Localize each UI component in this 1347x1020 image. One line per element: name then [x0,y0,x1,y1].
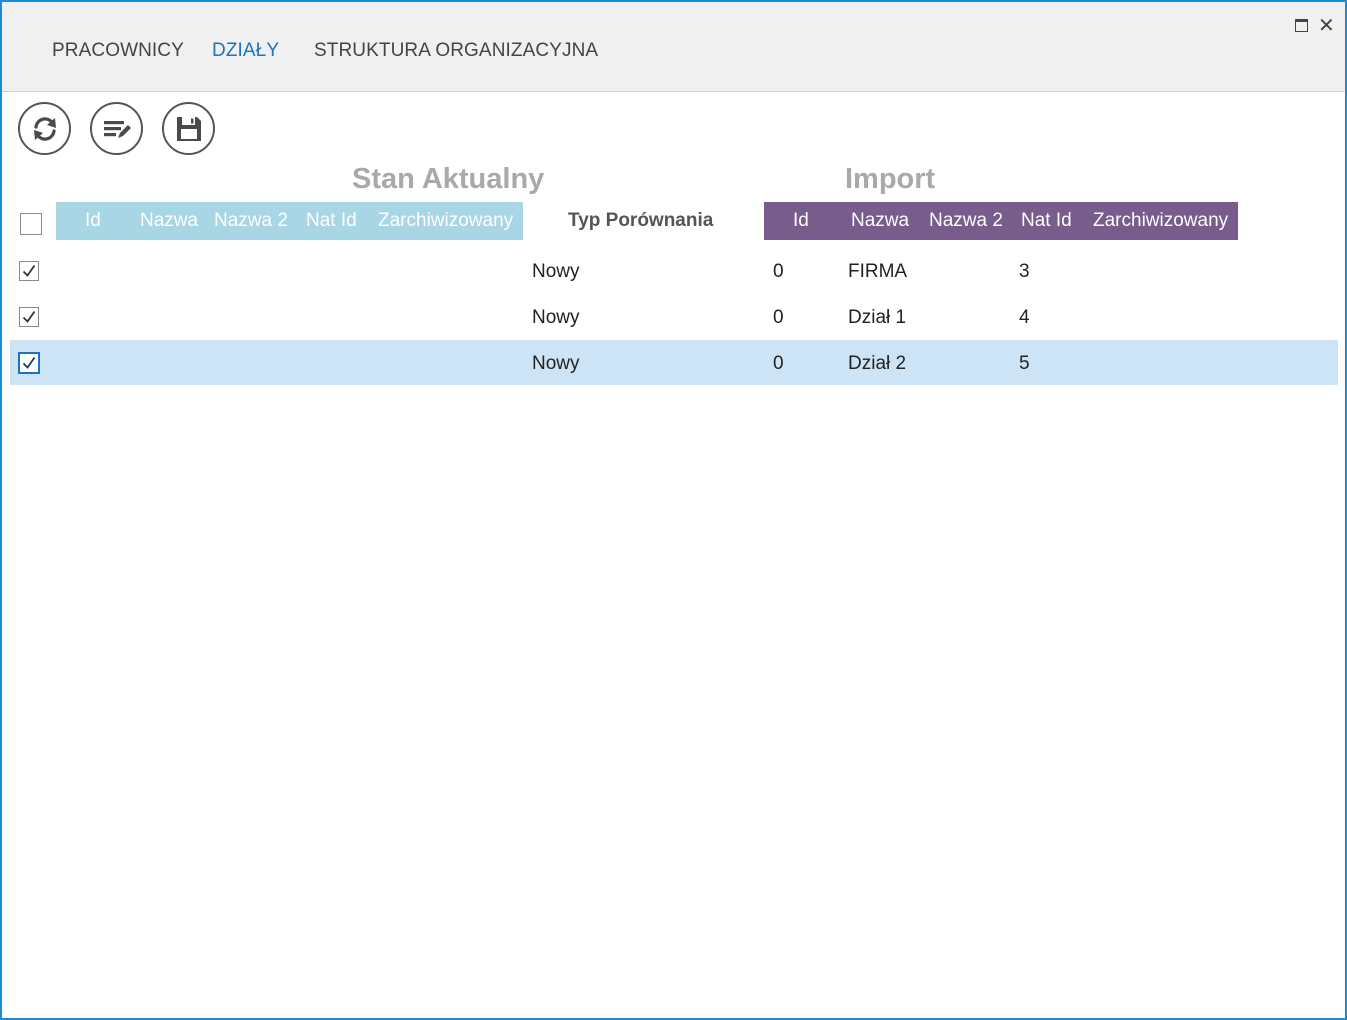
import-id-cell: 0 [773,261,784,282]
save-button[interactable] [162,102,215,155]
import-col-nazwa2[interactable]: Nazwa 2 [929,210,1003,232]
row-checkbox[interactable] [19,261,39,281]
current-state-title: Stan Aktualny [352,163,545,195]
import-nat-id-cell: 3 [1019,261,1030,282]
tab-dzialy[interactable]: DZIAŁY [212,40,279,62]
import-nat-id-cell: 4 [1019,307,1030,328]
import-title: Import [845,163,936,195]
save-icon [176,116,201,141]
import-nat-id-cell: 5 [1019,353,1030,374]
tab-struktura-organizacyjna[interactable]: STRUKTURA ORGANIZACYJNA [314,40,598,62]
row-checkbox[interactable] [18,352,40,374]
edit-button[interactable] [90,102,143,155]
checkmark-icon [22,264,36,277]
import-col-zarchiwizowany[interactable]: Zarchiwizowany [1093,210,1228,232]
import-nazwa-cell: Dział 2 [848,353,907,374]
close-icon: ✕ [1318,15,1335,37]
checkmark-icon [22,356,36,369]
import-id-cell: 0 [773,307,784,328]
checkmark-icon [22,310,36,323]
close-button[interactable]: ✕ [1318,15,1335,37]
maximize-icon [1295,19,1308,32]
tab-pracownicy[interactable]: PRACOWNICY [52,40,184,62]
current-col-zarchiwizowany[interactable]: Zarchiwizowany [378,210,513,232]
current-col-id[interactable]: Id [85,210,101,232]
edit-list-icon [103,120,131,138]
tab-bar: PRACOWNICY DZIAŁY STRUKTURA ORGANIZACYJN… [2,2,1345,92]
compare-type-column-header[interactable]: Typ Porównania [568,210,713,232]
compare-type-cell: Nowy [532,307,580,328]
import-col-nazwa[interactable]: Nazwa [851,210,909,232]
compare-type-cell: Nowy [532,261,580,282]
import-col-nat-id[interactable]: Nat Id [1021,210,1072,232]
refresh-button[interactable] [18,102,71,155]
current-col-nazwa[interactable]: Nazwa [140,210,198,232]
import-nazwa-cell: FIRMA [848,261,908,282]
table-row-selected-highlight [10,340,1338,385]
refresh-icon [33,116,56,141]
row-checkbox[interactable] [19,307,39,327]
select-all-checkbox[interactable] [20,213,42,235]
import-id-cell: 0 [773,353,784,374]
current-col-nazwa2[interactable]: Nazwa 2 [214,210,288,232]
import-nazwa-cell: Dział 1 [848,307,907,328]
current-col-nat-id[interactable]: Nat Id [306,210,357,232]
import-col-id[interactable]: Id [793,210,809,232]
compare-type-cell: Nowy [532,353,580,374]
maximize-button[interactable] [1294,18,1310,34]
app-window: PRACOWNICY DZIAŁY STRUKTURA ORGANIZACYJN… [0,0,1347,1020]
